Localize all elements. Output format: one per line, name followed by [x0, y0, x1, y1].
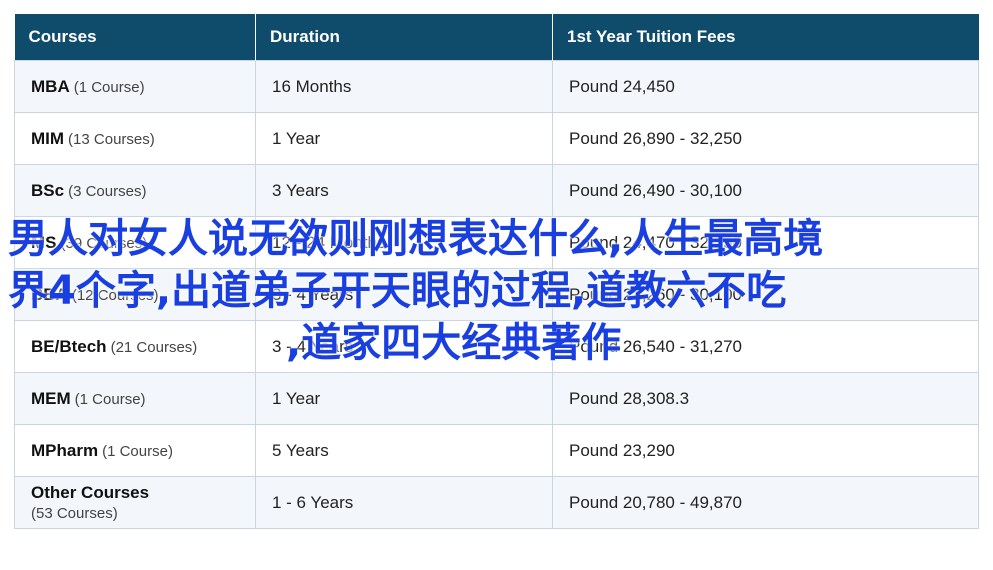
course-name[interactable]: MS [31, 233, 57, 252]
fees-cell: Pound 24,470 - 32,250 [552, 216, 979, 269]
duration-cell: 1 - 6 Years [255, 476, 553, 529]
course-cell[interactable]: Other Courses (53 Courses) [14, 476, 256, 529]
course-cell[interactable]: BBA (12 Courses) [14, 268, 256, 321]
header-courses: Courses [14, 14, 256, 61]
duration-cell: 3 - 4 Years [255, 268, 553, 321]
fees-cell: Pound 21,260 - 30,100 [552, 268, 979, 321]
course-count: (3 Courses) [68, 182, 147, 200]
fees-cell: Pound 26,890 - 32,250 [552, 112, 979, 165]
tuition-table-container: Courses Duration 1st Year Tuition Fees M… [14, 14, 979, 529]
course-name[interactable]: Other Courses [31, 483, 149, 502]
course-name[interactable]: MEM [31, 389, 71, 408]
table-header-row: Courses Duration 1st Year Tuition Fees [14, 14, 979, 61]
course-count: (1 Course) [74, 390, 146, 408]
course-count: (13 Courses) [68, 130, 155, 148]
course-cell[interactable]: BE/Btech (21 Courses) [14, 320, 256, 373]
table-row: BSc (3 Courses) 3 Years Pound 26,490 - 30… [14, 164, 979, 217]
course-cell[interactable]: MPharm (1 Course) [14, 424, 256, 477]
course-count: (21 Courses) [110, 338, 198, 356]
table-row: BBA (12 Courses) 3 - 4 Years Pound 21,260… [14, 268, 979, 321]
fees-cell: Pound 26,490 - 30,100 [552, 164, 979, 217]
header-duration: Duration [255, 14, 553, 61]
course-count: (12 Courses) [71, 286, 159, 304]
course-cell[interactable]: MBA (1 Course) [14, 60, 256, 113]
course-name[interactable]: MIM [31, 129, 64, 148]
duration-cell: 3 Years [255, 164, 553, 217]
table-row: MBA (1 Course) 16 Months Pound 24,450 [14, 60, 979, 113]
course-count: (39 Courses) [60, 234, 148, 252]
course-cell[interactable]: MIM (13 Courses) [14, 112, 256, 165]
course-count: (1 Course) [73, 78, 145, 96]
fees-cell: Pound 26,540 - 31,270 [552, 320, 979, 373]
course-cell[interactable]: MEM (1 Course) [14, 372, 256, 425]
fees-cell: Pound 28,308.3 [552, 372, 979, 425]
duration-cell: 3 - 4 Years [255, 320, 553, 373]
fees-cell: Pound 20,780 - 49,870 [552, 476, 979, 529]
tuition-table: Courses Duration 1st Year Tuition Fees M… [14, 14, 979, 529]
course-count: (1 Course) [102, 442, 173, 460]
course-name[interactable]: BBA [31, 285, 68, 304]
course-name[interactable]: BE/Btech [31, 337, 107, 356]
fees-cell: Pound 23,290 [552, 424, 979, 477]
table-row: MS (39 Courses) 12 - 24 Months Pound 24,4… [14, 216, 979, 269]
duration-cell: 12 - 24 Months [255, 216, 553, 269]
table-row: MPharm (1 Course) 5 Years Pound 23,290 [14, 424, 979, 477]
table-row: Other Courses (53 Courses) 1 - 6 Years Po… [14, 476, 979, 529]
course-name[interactable]: MPharm [31, 441, 98, 460]
course-cell[interactable]: MS (39 Courses) [14, 216, 256, 269]
duration-cell: 5 Years [255, 424, 553, 477]
course-name[interactable]: MBA [31, 77, 70, 96]
table-row: BE/Btech (21 Courses) 3 - 4 Years Pound 2… [14, 320, 979, 373]
table-row: MIM (13 Courses) 1 Year Pound 26,890 - 32… [14, 112, 979, 165]
course-count: (53 Courses) [31, 505, 118, 522]
header-fees: 1st Year Tuition Fees [552, 14, 979, 61]
fees-cell: Pound 24,450 [552, 60, 979, 113]
table-row: MEM (1 Course) 1 Year Pound 28,308.3 [14, 372, 979, 425]
course-name[interactable]: BSc [31, 181, 64, 200]
duration-cell: 16 Months [255, 60, 553, 113]
course-cell[interactable]: BSc (3 Courses) [14, 164, 256, 217]
duration-cell: 1 Year [255, 112, 553, 165]
duration-cell: 1 Year [255, 372, 553, 425]
